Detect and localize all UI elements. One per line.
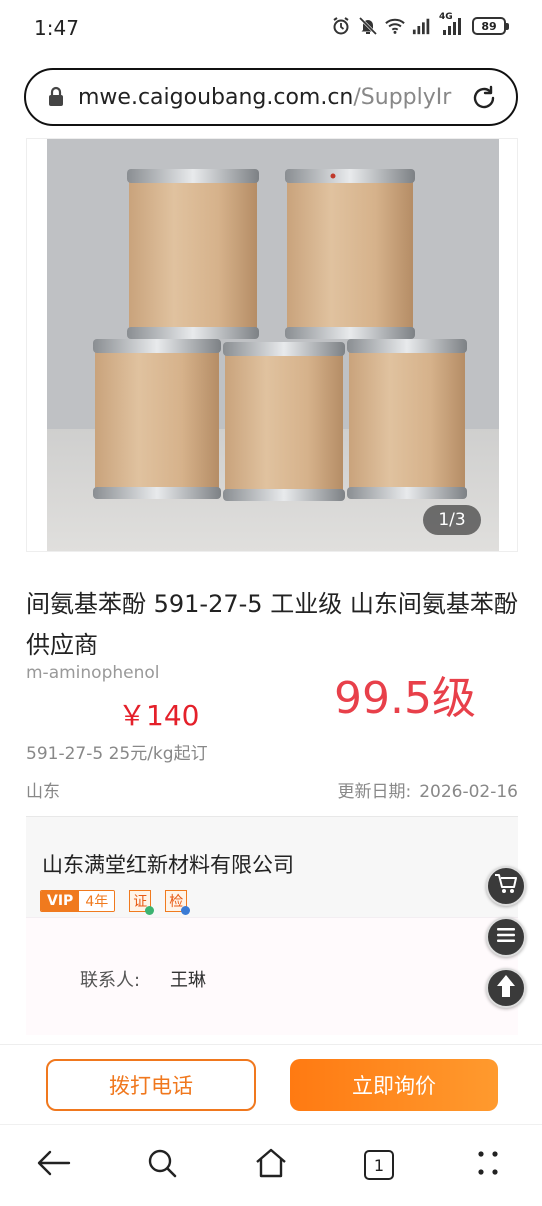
scroll-top-button[interactable] xyxy=(486,968,526,1008)
product-image[interactable]: 1/3 xyxy=(47,139,499,551)
url-path: /SupplyIr xyxy=(353,84,452,110)
update-date: 更新日期: 2026-02-16 xyxy=(337,777,518,802)
home-icon xyxy=(254,1148,288,1182)
company-name[interactable]: 山东满堂红新材料有限公司 xyxy=(42,849,294,879)
up-arrow-icon xyxy=(496,974,516,1002)
verified-icon xyxy=(181,906,191,915)
search-icon xyxy=(147,1148,177,1182)
image-counter: 1/3 xyxy=(423,505,481,535)
region: 山东 xyxy=(26,782,60,802)
update-label: 更新日期: xyxy=(337,782,412,802)
cart-icon xyxy=(494,873,518,899)
contact-card: 联系人: 王琳 xyxy=(26,917,518,1035)
product-gallery[interactable]: 1/3 xyxy=(26,138,518,552)
company-card[interactable]: 山东满堂红新材料有限公司 VIP 4年 证 检 xyxy=(26,817,518,917)
tab-count: 1 xyxy=(364,1150,394,1180)
mute-icon xyxy=(358,16,378,36)
back-icon xyxy=(37,1150,71,1180)
alarm-icon xyxy=(331,16,351,36)
signal-4g-icon: 4G xyxy=(439,12,465,36)
status-time: 1:47 xyxy=(34,16,79,40)
reload-icon[interactable] xyxy=(470,84,498,112)
call-button[interactable]: 拨打电话 xyxy=(46,1059,256,1111)
address-bar[interactable]: mwe.caigoubang.com.cn/SupplyIr xyxy=(24,68,518,126)
tabs-button[interactable]: 1 xyxy=(359,1145,399,1185)
wifi-icon xyxy=(385,16,405,36)
cart-button[interactable] xyxy=(486,866,526,906)
update-date-value: 2026-02-16 xyxy=(419,782,518,802)
url-text[interactable]: mwe.caigoubang.com.cn/SupplyIr xyxy=(78,85,454,110)
browser-nav-bar: 1 xyxy=(0,1124,542,1206)
vip-years: 4年 xyxy=(79,891,115,911)
search-button[interactable] xyxy=(142,1145,182,1185)
vip-badge: VIP 4年 xyxy=(40,890,116,912)
grade-text: 99.5级 xyxy=(334,673,476,724)
more-icon xyxy=(473,1148,503,1182)
company-badges: VIP 4年 证 检 xyxy=(40,890,191,915)
menu-button[interactable] xyxy=(486,917,526,957)
product-subtitle: m-aminophenol xyxy=(26,663,160,683)
spec-line: 591-27-5 25元/kg起订 xyxy=(26,744,208,764)
contact-name: 王琳 xyxy=(170,970,206,991)
menu-icon xyxy=(496,926,516,948)
lock-icon[interactable] xyxy=(46,86,66,108)
signal-icon xyxy=(412,16,432,36)
price: ￥140 xyxy=(118,699,200,732)
battery-indicator: 89 xyxy=(472,17,509,35)
more-button[interactable] xyxy=(468,1145,508,1185)
inquiry-button[interactable]: 立即询价 xyxy=(290,1059,498,1111)
inspection-badge: 检 xyxy=(165,890,191,915)
contact-label: 联系人: xyxy=(80,970,141,991)
status-icons: 4G 89 xyxy=(331,12,509,36)
check-icon xyxy=(145,906,155,915)
back-button[interactable] xyxy=(34,1145,74,1185)
url-domain: mwe.caigoubang.com.cn xyxy=(78,84,354,110)
certificate-badge: 证 xyxy=(129,890,155,915)
vip-label: VIP xyxy=(41,891,80,911)
status-bar: 1:47 4G 89 xyxy=(0,0,542,58)
action-bar: 拨打电话 立即询价 xyxy=(0,1044,542,1124)
network-label: 4G xyxy=(439,12,453,22)
product-title: 间氨基苯酚 591-27-5 工业级 山东间氨基苯酚供应商 xyxy=(26,590,518,659)
home-button[interactable] xyxy=(251,1145,291,1185)
